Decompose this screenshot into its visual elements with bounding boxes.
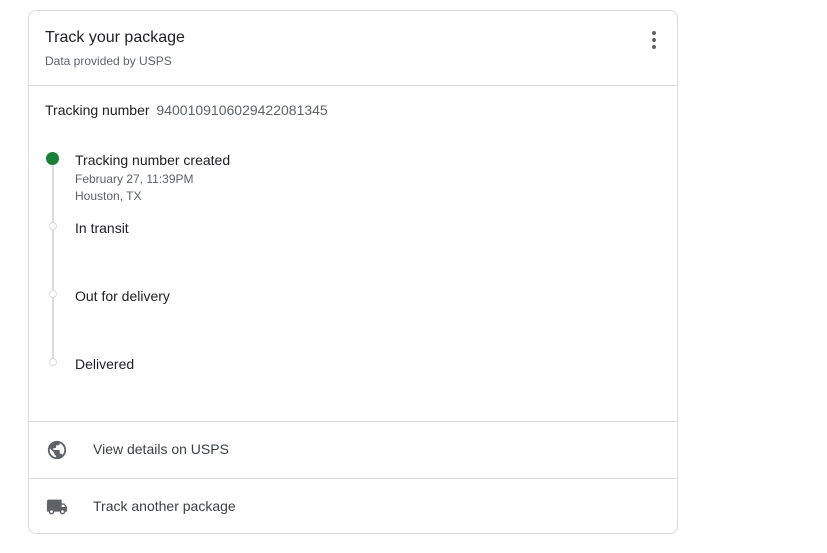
timeline-step-delivered: Delivered: [75, 356, 135, 372]
card-header: Track your package Data provided by USPS: [29, 11, 677, 86]
tracking-number-label: Tracking number: [45, 102, 150, 118]
timeline-dot-in-transit: [49, 222, 57, 230]
globe-icon: [47, 440, 67, 460]
card-title: Track your package: [45, 29, 185, 46]
more-vert-icon[interactable]: [645, 27, 663, 53]
timeline-dot-delivered: [49, 358, 57, 366]
package-tracking-card: Track your package Data provided by USPS…: [28, 10, 678, 534]
timeline-dot-created: [46, 152, 59, 165]
track-another-package-link[interactable]: Track another package: [29, 478, 677, 535]
card-subtitle: Data provided by USPS: [45, 54, 172, 68]
timeline-step-out-for-delivery: Out for delivery: [75, 288, 170, 304]
timeline-dot-out-for-delivery: [49, 290, 57, 298]
tracking-number-value: 9400109106029422081345: [156, 102, 328, 118]
truck-icon: [46, 499, 68, 515]
timeline-step-in-transit: In transit: [75, 220, 129, 236]
timeline-step-location: Houston, TX: [75, 189, 142, 203]
timeline-step-created: Tracking number created: [75, 152, 231, 168]
tracking-number-row: Tracking number 9400109106029422081345: [45, 102, 328, 118]
track-another-label: Track another package: [93, 498, 236, 514]
view-details-usps-link[interactable]: View details on USPS: [29, 421, 677, 478]
view-details-label: View details on USPS: [93, 441, 229, 457]
timeline-line: [52, 164, 54, 364]
timeline-step-date: February 27, 11:39PM: [75, 172, 194, 186]
